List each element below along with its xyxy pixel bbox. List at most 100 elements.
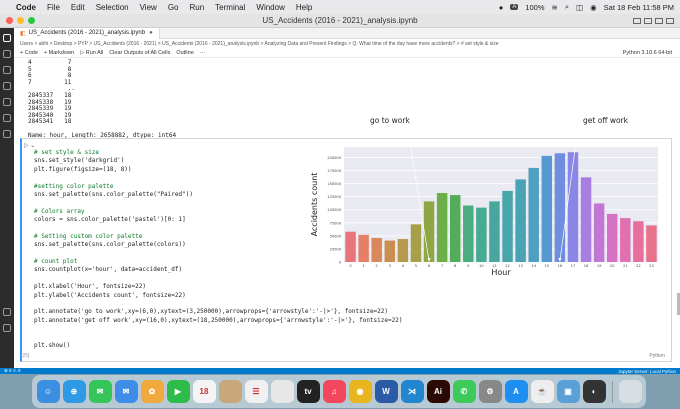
menu-terminal[interactable]: Terminal xyxy=(215,3,245,12)
bar-hour-23 xyxy=(646,225,657,262)
menu-app-name[interactable]: Code xyxy=(16,3,36,12)
kernel-picker[interactable]: Python 3.10.6 64-bit xyxy=(623,50,672,56)
x-tick-label: 14 xyxy=(531,264,536,268)
jupyter-icon[interactable] xyxy=(3,130,11,138)
datetime[interactable]: Sat 18 Feb 11:58 PM xyxy=(604,3,674,12)
keyboard-badge-icon[interactable]: A xyxy=(510,4,519,10)
search-icon[interactable] xyxy=(3,50,11,58)
menu-file[interactable]: File xyxy=(47,3,60,12)
code-cell[interactable]: ▷ ⌄ # set style & size sns.set_style('dar… xyxy=(20,138,672,362)
wifi-icon[interactable]: ≋ xyxy=(552,3,558,12)
dock-reminders-icon[interactable]: ☰ xyxy=(244,380,268,403)
dock-safari-icon[interactable]: ⊕ xyxy=(62,380,86,403)
dock-preview-icon[interactable]: ▣ xyxy=(556,380,580,403)
dock-facetime-icon[interactable]: ▶ xyxy=(166,380,190,403)
bar-hour-15 xyxy=(541,155,553,262)
dock-finder-icon[interactable]: ☺ xyxy=(36,380,60,403)
tab-label: US_Accidents (2016 - 2021)_analysis.ipyn… xyxy=(28,30,146,36)
menu-selection[interactable]: Selection xyxy=(96,3,129,12)
x-tick-label: 23 xyxy=(649,264,654,268)
control-center-icon[interactable]: ◫ xyxy=(576,3,583,12)
x-tick-label: 20 xyxy=(610,264,615,268)
dock-chrome-icon[interactable]: ◉ xyxy=(348,380,372,403)
dock-calendar-icon[interactable]: 18 xyxy=(192,380,216,403)
bar-hour-16 xyxy=(554,153,566,262)
menu-go[interactable]: Go xyxy=(168,3,179,12)
bar-hour-17 xyxy=(567,152,579,262)
add-code-cell-button[interactable]: + Code xyxy=(20,50,38,56)
window-titlebar: US_Accidents (2016 - 2021)_analysis.ipyn… xyxy=(0,14,680,28)
extensions-icon[interactable] xyxy=(3,98,11,106)
bar-hour-1 xyxy=(358,234,369,262)
jupyter-server-status[interactable]: Jupyter Server: Local Python xyxy=(618,369,676,374)
menu-edit[interactable]: Edit xyxy=(71,3,85,12)
dock-notes-icon[interactable] xyxy=(218,380,242,403)
x-tick-label: 2 xyxy=(376,264,378,268)
testing-icon[interactable] xyxy=(3,114,11,122)
dock-trash-icon[interactable] xyxy=(618,380,642,403)
source-control-icon[interactable] xyxy=(3,66,11,74)
bar-hour-20 xyxy=(606,213,618,262)
bar-hour-12 xyxy=(502,190,513,262)
cell-language[interactable]: Python xyxy=(649,353,665,359)
bar-hour-2 xyxy=(371,237,382,262)
dock-word-icon[interactable]: W xyxy=(374,380,398,403)
y-tick-label: 25000 xyxy=(330,247,342,251)
dock-music-icon[interactable]: ♫ xyxy=(322,380,346,403)
y-tick-label: 125000 xyxy=(327,195,341,199)
run-cell-icon[interactable]: ▷ ⌄ xyxy=(24,142,35,149)
menubar-status: ● A 100% ≋ ⌕ ◫ ◉ Sat 18 Feb 11:58 PM xyxy=(499,2,674,12)
battery-percent[interactable]: 100% xyxy=(525,3,544,12)
dock-java-icon[interactable]: ☕ xyxy=(530,380,554,403)
dock-photos-icon[interactable]: ✿ xyxy=(140,380,164,403)
explorer-icon[interactable] xyxy=(3,34,11,42)
window-title: US_Accidents (2016 - 2021)_analysis.ipyn… xyxy=(262,16,418,25)
dock-screenrecorder-icon[interactable]: ◐ xyxy=(582,380,606,403)
x-tick-label: 22 xyxy=(636,264,641,268)
more-actions-button[interactable]: ··· xyxy=(200,50,206,56)
menu-run[interactable]: Run xyxy=(189,3,204,12)
add-markdown-cell-button[interactable]: + Markdown xyxy=(44,50,74,56)
bar-hour-5 xyxy=(410,224,422,262)
tab-notebook[interactable]: ◧ US_Accidents (2016 - 2021)_analysis.ip… xyxy=(14,27,160,39)
menu-window[interactable]: Window xyxy=(256,3,284,12)
breadcrumb[interactable]: Users > abhi > Desktop > PYP > US_Accide… xyxy=(14,39,680,48)
record-icon[interactable]: ● xyxy=(499,3,504,12)
dock-tv-icon[interactable]: tv xyxy=(296,380,320,403)
dock-separator xyxy=(611,380,613,403)
y-tick-label: 100000 xyxy=(327,208,341,212)
dock-settings-icon[interactable]: ⚙ xyxy=(478,380,502,403)
x-tick-label: 13 xyxy=(518,264,523,268)
dock-vscode-icon[interactable]: ⋊ xyxy=(400,380,424,403)
manage-gear-icon[interactable] xyxy=(3,324,11,332)
dock-whatsapp-icon[interactable]: ✆ xyxy=(452,380,476,403)
menu-help[interactable]: Help xyxy=(296,3,312,12)
run-all-button[interactable]: ▷ Run All xyxy=(80,50,103,56)
dock-appstore-icon[interactable]: A xyxy=(504,380,528,403)
accidents-by-hour-chart: 0250005000075000100000125000150000175000… xyxy=(308,142,664,282)
y-tick-label: 50000 xyxy=(330,234,342,238)
execution-count: [25] xyxy=(21,353,30,359)
menu-view[interactable]: View xyxy=(140,3,157,12)
desktop-background: ☺ ⊕ ✉ ✉ ✿ ▶ 18 ☰ tv ♫ ◉ W ⋊ Ai ✆ ⚙ A ☕ ▣ ◐ xyxy=(0,374,680,409)
account-icon[interactable] xyxy=(3,308,11,316)
search-icon[interactable]: ⌕ xyxy=(565,2,569,12)
run-debug-icon[interactable] xyxy=(3,82,11,90)
siri-icon[interactable]: ◉ xyxy=(590,3,597,12)
x-tick-label: 21 xyxy=(623,264,628,268)
x-tick-label: 1 xyxy=(362,264,364,268)
dock-illustrator-icon[interactable]: Ai xyxy=(426,380,450,403)
bar-hour-8 xyxy=(449,195,461,262)
clear-outputs-button[interactable]: Clear Outputs of All Cells xyxy=(109,50,170,56)
dock-messages-icon[interactable]: ✉ xyxy=(88,380,112,403)
dock-mail-icon[interactable]: ✉ xyxy=(114,380,138,403)
outline-button[interactable]: Outline xyxy=(176,50,193,56)
dock-stickies-icon[interactable] xyxy=(270,380,294,403)
tab-modified-indicator[interactable]: ● xyxy=(149,30,153,36)
bar-hour-9 xyxy=(463,205,474,262)
editor-area: ◧ US_Accidents (2016 - 2021)_analysis.ip… xyxy=(14,27,680,368)
menu-bar: Code File Edit Selection View Go Run Terminal W… xyxy=(0,0,680,14)
